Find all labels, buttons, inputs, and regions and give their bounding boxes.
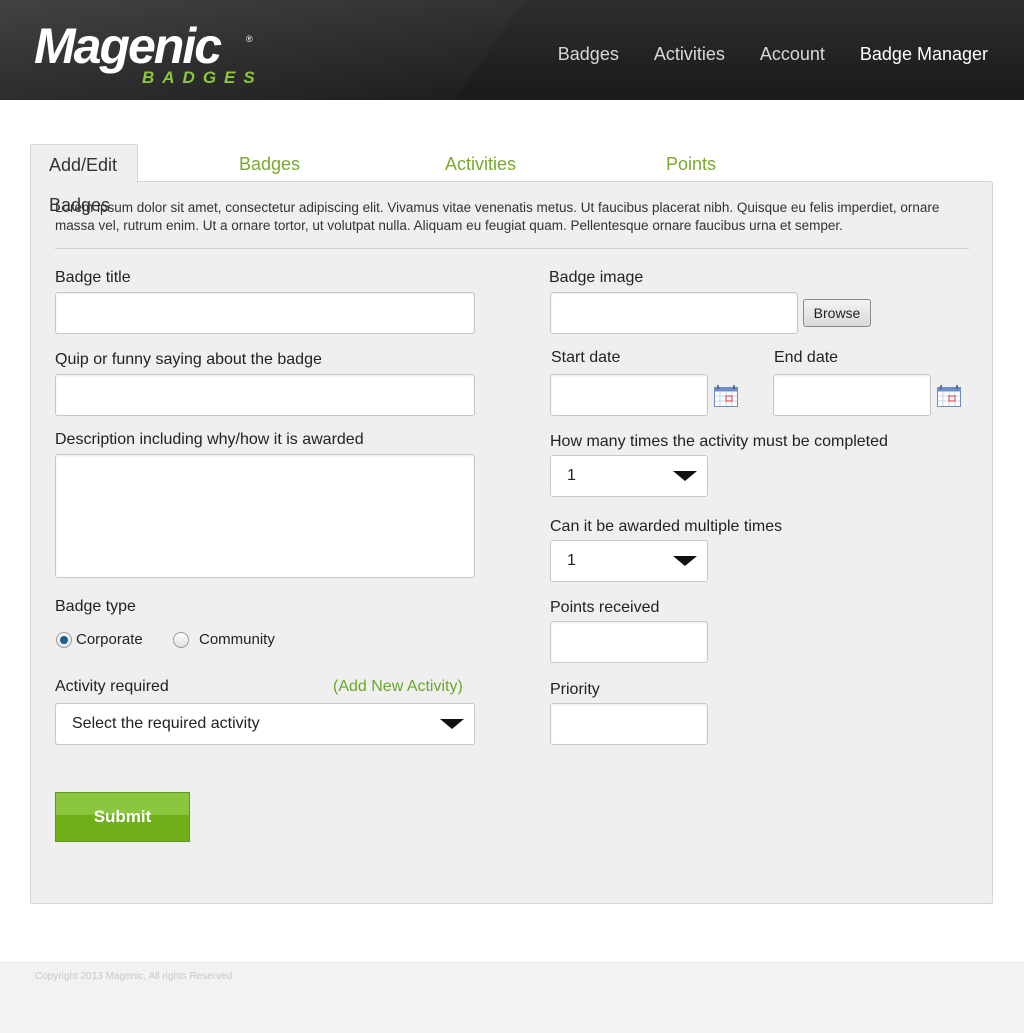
- quip-label: Quip or funny saying about the badge: [55, 351, 322, 368]
- magenic-badges-logo[interactable]: Magenic ® BADGES: [34, 18, 264, 92]
- points-received-input[interactable]: [550, 621, 708, 663]
- nav-account[interactable]: Account: [760, 44, 825, 65]
- badge-type-community-radio[interactable]: [173, 632, 189, 648]
- tab-points-report[interactable]: Points Report: [666, 144, 720, 214]
- awarded-multiple-select[interactable]: 1: [550, 540, 708, 582]
- chevron-down-icon: [440, 719, 464, 729]
- submit-button[interactable]: Submit: [55, 792, 190, 842]
- intro-text: Lorem ipsum dolor sit amet, consectetur …: [55, 200, 940, 233]
- start-date-input[interactable]: [550, 374, 708, 416]
- nav-activities[interactable]: Activities: [654, 44, 725, 65]
- browse-button[interactable]: Browse: [803, 299, 871, 327]
- site-footer: Copyright 2013 Magenic, All rights Reser…: [0, 962, 1024, 1033]
- badge-title-input[interactable]: [55, 292, 475, 334]
- start-date-label: Start date: [551, 349, 621, 366]
- quip-input[interactable]: [55, 374, 475, 416]
- logo-wordmark: Magenic: [34, 18, 222, 74]
- main-nav: Badges Activities Account Badge Manager: [558, 44, 988, 65]
- calendar-icon[interactable]: [937, 385, 961, 407]
- awarded-multiple-label: Can it be awarded multiple times: [550, 518, 783, 535]
- end-date-label: End date: [774, 349, 839, 366]
- description-textarea[interactable]: [55, 454, 475, 578]
- times-completed-value: 1: [567, 467, 576, 484]
- site-header: Magenic ® BADGES Badges Activities Accou…: [0, 0, 1024, 100]
- badge-title-label: Badge title: [55, 269, 131, 286]
- badge-type-label: Badge type: [55, 598, 136, 615]
- end-date-input[interactable]: [773, 374, 931, 416]
- chevron-down-icon: [673, 471, 697, 481]
- tab-badges-for-approval[interactable]: Badges for Approval: [239, 144, 310, 254]
- nav-badge-manager[interactable]: Badge Manager: [860, 44, 988, 65]
- activity-required-select[interactable]: Select the required activity: [55, 703, 475, 745]
- activity-select-value: Select the required activity: [72, 715, 260, 732]
- add-edit-badge-panel: Lorem ipsum dolor sit amet, consectetur …: [30, 181, 993, 904]
- badge-image-label: Badge image: [549, 269, 644, 286]
- description-label: Description including why/how it is awar…: [55, 431, 364, 448]
- add-new-activity-link[interactable]: (Add New Activity): [333, 678, 463, 696]
- calendar-icon[interactable]: [714, 385, 738, 407]
- logo-registered-mark: ®: [246, 34, 253, 44]
- activity-required-label: Activity required: [55, 678, 169, 695]
- points-received-label: Points received: [550, 599, 660, 616]
- badge-type-corporate-radio[interactable]: [56, 632, 72, 648]
- copyright-text: Copyright 2013 Magenic, All rights Reser…: [35, 971, 233, 982]
- intro-divider: [55, 248, 969, 249]
- priority-input[interactable]: [550, 703, 708, 745]
- awarded-multiple-value: 1: [567, 552, 576, 569]
- tab-activities-for-approval[interactable]: Activities for Approval: [445, 144, 516, 254]
- chevron-down-icon: [673, 556, 697, 566]
- logo-subtitle: BADGES: [142, 68, 263, 87]
- times-completed-label: How many times the activity must be comp…: [550, 433, 888, 450]
- badge-type-community-label: Community: [199, 631, 275, 648]
- badge-image-input[interactable]: [550, 292, 798, 334]
- tab-add-edit-badges[interactable]: Add/Edit Badges: [30, 144, 139, 215]
- badge-type-corporate-label: Corporate: [76, 631, 143, 648]
- nav-badges[interactable]: Badges: [558, 44, 619, 65]
- priority-label: Priority: [550, 681, 600, 698]
- times-completed-select[interactable]: 1: [550, 455, 708, 497]
